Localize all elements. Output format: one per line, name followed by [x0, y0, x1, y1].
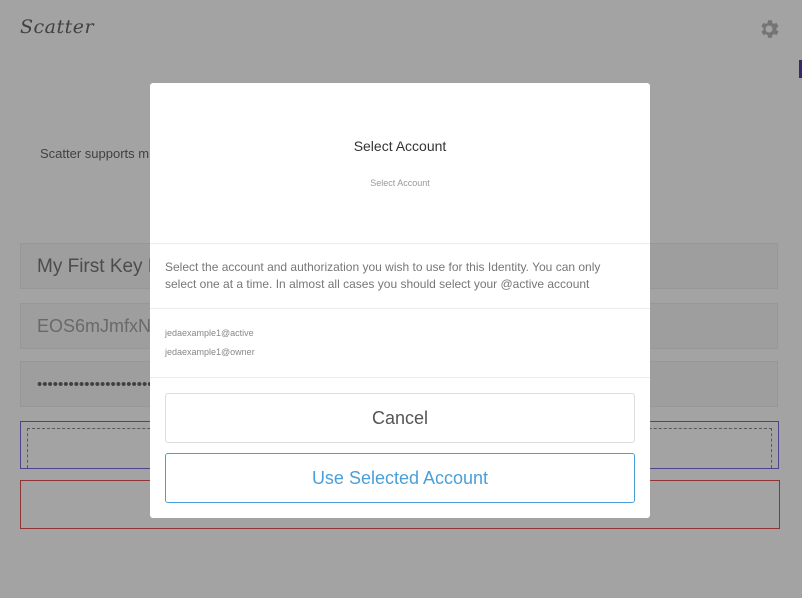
modal-description: Select the account and authorization you…	[165, 260, 601, 291]
account-item-owner[interactable]: jedaexample1@owner	[165, 346, 635, 365]
select-account-modal: Select Account Select Account Select the…	[150, 83, 650, 518]
use-selected-account-button[interactable]: Use Selected Account	[165, 453, 635, 503]
modal-subtitle: Select Account	[370, 178, 430, 188]
account-list: jedaexample1@active jedaexample1@owner	[165, 327, 635, 365]
modal-title: Select Account	[353, 138, 447, 154]
divider	[150, 243, 650, 244]
divider	[150, 377, 650, 378]
divider	[150, 308, 650, 309]
account-item-active[interactable]: jedaexample1@active	[165, 327, 635, 346]
cancel-button[interactable]: Cancel	[165, 393, 635, 443]
